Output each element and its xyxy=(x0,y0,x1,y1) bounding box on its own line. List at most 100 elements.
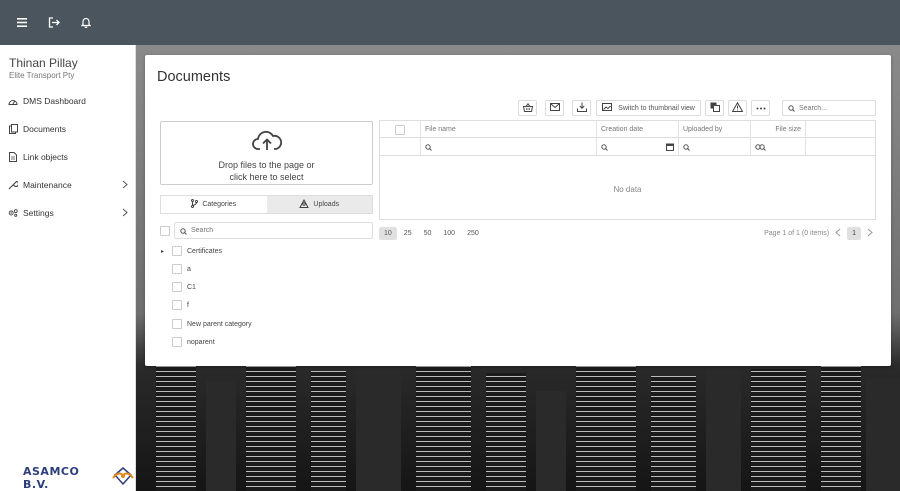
category-search-input[interactable] xyxy=(191,227,261,234)
tab-uploads[interactable]: Uploads xyxy=(266,196,372,213)
prev-page-icon[interactable] xyxy=(835,228,841,240)
warning-icon xyxy=(731,101,744,114)
tab-categories[interactable]: Categories xyxy=(161,196,267,213)
category-checkbox[interactable] xyxy=(172,337,182,347)
cloud-upload-icon xyxy=(251,129,282,156)
category-checkbox[interactable] xyxy=(172,246,182,256)
email-button[interactable] xyxy=(545,100,564,116)
sidebar-item-label: Documents xyxy=(23,124,66,134)
category-label: noparent xyxy=(187,338,215,346)
select-all-categories-checkbox[interactable] xyxy=(160,226,170,236)
category-item[interactable]: C1 xyxy=(161,281,196,293)
category-item[interactable]: ▸ Certificates xyxy=(161,245,222,257)
sidebar-item-settings[interactable]: Settings xyxy=(8,205,130,221)
documents-grid: File name Creation date Uploaded by File… xyxy=(379,120,876,220)
chevron-right-icon xyxy=(122,180,128,191)
logo-text: ASAMCO B.V. xyxy=(23,465,80,491)
branch-icon xyxy=(191,199,199,210)
dashboard-icon xyxy=(8,96,18,106)
sidebar-item-maintenance[interactable]: Maintenance xyxy=(8,177,130,193)
document-search[interactable] xyxy=(782,100,876,116)
category-item[interactable]: f xyxy=(161,299,189,311)
pager: Page 1 of 1 (0 items) 1 xyxy=(764,227,873,240)
sidebar-item-label: Link objects xyxy=(23,152,68,162)
menu-icon[interactable] xyxy=(12,13,32,33)
select-all-cell xyxy=(380,121,421,138)
page-size-option[interactable]: 50 xyxy=(419,227,437,240)
next-page-icon[interactable] xyxy=(867,228,873,240)
basket-icon xyxy=(522,102,533,114)
category-item[interactable]: noparent xyxy=(161,336,215,348)
creation-date-filter[interactable] xyxy=(597,138,679,156)
file-size-filter[interactable] xyxy=(751,138,806,156)
page-size-option[interactable]: 250 xyxy=(462,227,484,240)
category-search-row xyxy=(160,222,373,239)
page-number-button[interactable]: 1 xyxy=(847,227,861,240)
switch-thumbnail-view-button[interactable]: Switch to thumbnail view xyxy=(596,100,701,116)
empty-grid-message: No data xyxy=(613,185,642,194)
sidebar-item-documents[interactable]: Documents xyxy=(8,121,130,137)
category-label: C1 xyxy=(187,283,196,291)
column-uploaded-by[interactable]: Uploaded by xyxy=(679,121,751,138)
more-options-button[interactable] xyxy=(751,100,770,116)
company-logo: ASAMCO B.V. xyxy=(23,465,135,491)
page-size-option[interactable]: 100 xyxy=(438,227,460,240)
logout-icon[interactable] xyxy=(44,13,64,33)
search-input[interactable] xyxy=(799,104,869,112)
page-size-option[interactable]: 10 xyxy=(379,227,397,240)
category-search[interactable] xyxy=(174,222,373,239)
sidebar-item-label: Maintenance xyxy=(23,180,72,190)
warning-button[interactable] xyxy=(728,100,747,116)
category-label: New parent category xyxy=(187,320,252,328)
page-size-option[interactable]: 25 xyxy=(399,227,417,240)
dropzone-line-1: Drop files to the page or xyxy=(218,160,315,170)
page-size-selector: 10 25 50 100 250 xyxy=(379,227,484,240)
calendar-icon[interactable] xyxy=(666,138,674,156)
category-label: a xyxy=(187,265,191,273)
copy-button[interactable] xyxy=(705,100,724,116)
switch-view-label: Switch to thumbnail view xyxy=(618,104,695,112)
search-icon xyxy=(601,138,608,156)
sidebar-item-label: Settings xyxy=(23,208,54,218)
uploaded-by-filter[interactable] xyxy=(679,138,751,156)
column-file-name[interactable]: File name xyxy=(421,121,597,138)
sidebar-item-link-objects[interactable]: Link objects xyxy=(8,149,130,165)
search-icon xyxy=(180,222,187,240)
download-icon xyxy=(576,102,587,114)
user-name: Thinan Pillay xyxy=(9,56,78,70)
select-all-checkbox[interactable] xyxy=(395,124,405,135)
category-item[interactable]: New parent category xyxy=(161,318,252,330)
expand-arrow-icon[interactable]: ▸ xyxy=(161,248,167,255)
search-icon xyxy=(425,138,432,156)
grid-header: File name Creation date Uploaded by File… xyxy=(380,121,875,138)
sidebar: Thinan Pillay Elite Transport Pty DMS Da… xyxy=(0,45,136,491)
sidebar-item-label: DMS Dashboard xyxy=(23,96,86,106)
documents-icon xyxy=(8,124,18,134)
envelope-icon xyxy=(549,103,560,113)
category-checkbox[interactable] xyxy=(172,282,182,292)
file-name-filter[interactable] xyxy=(421,138,597,156)
category-item[interactable]: a xyxy=(161,263,191,275)
category-checkbox[interactable] xyxy=(172,300,182,310)
category-tabs: Categories Uploads xyxy=(160,195,373,214)
upload-dropzone[interactable]: Drop files to the page or click here to … xyxy=(160,121,373,185)
tab-label: Uploads xyxy=(313,201,340,208)
sidebar-item-dms-dashboard[interactable]: DMS Dashboard xyxy=(8,93,130,109)
documents-panel: Documents Switch to thumbnail view Searc… xyxy=(145,55,891,366)
category-checkbox[interactable] xyxy=(172,319,182,329)
upload-users-icon xyxy=(299,198,310,210)
wrench-icon xyxy=(8,180,18,190)
download-button[interactable] xyxy=(572,100,591,116)
category-label: f xyxy=(187,301,189,309)
image-icon xyxy=(602,103,613,113)
link-objects-icon xyxy=(8,152,18,162)
column-file-size[interactable]: File size xyxy=(751,121,806,138)
dropzone-line-2: click here to select xyxy=(229,172,304,182)
top-bar xyxy=(0,0,900,45)
user-company: Elite Transport Pty xyxy=(9,71,75,80)
category-label: Certificates xyxy=(187,247,223,255)
category-checkbox[interactable] xyxy=(172,264,182,274)
basket-button[interactable] xyxy=(518,100,537,116)
bell-icon[interactable] xyxy=(76,13,96,33)
column-creation-date[interactable]: Creation date xyxy=(597,121,679,138)
